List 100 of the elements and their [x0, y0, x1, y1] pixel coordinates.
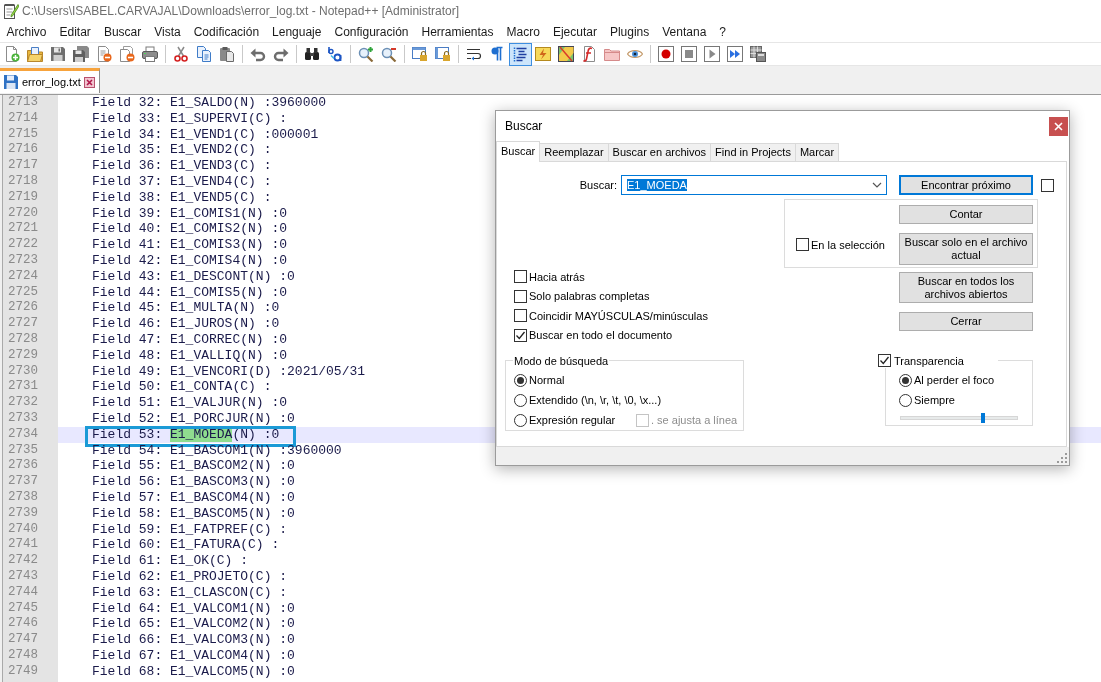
line-number: 2715	[8, 126, 38, 143]
lightning-icon[interactable]	[535, 46, 551, 62]
button[interactable]: Contar	[899, 205, 1033, 224]
menu-item[interactable]: Codificación	[187, 23, 266, 41]
fast-forward-icon[interactable]	[727, 46, 743, 62]
code-line: Field 36: E1_VEND3(C) :	[92, 158, 272, 174]
checkbox[interactable]	[514, 328, 527, 342]
menu-item[interactable]: Buscar	[97, 23, 148, 41]
dialog-tab[interactable]: Reemplazar	[539, 143, 609, 161]
chevron-down-icon[interactable]	[872, 182, 882, 188]
dialog-tab[interactable]: Find in Projects	[710, 143, 796, 161]
window-lock-icon[interactable]	[435, 46, 451, 62]
radio-button[interactable]	[899, 373, 912, 387]
window-lock-icon[interactable]	[412, 46, 428, 62]
line-number: 2724	[8, 268, 38, 285]
table-icon[interactable]	[750, 46, 766, 62]
checkbox[interactable]	[514, 309, 527, 322]
radio-button[interactable]	[514, 393, 527, 407]
undo-icon[interactable]	[250, 46, 266, 62]
line-number: 2732	[8, 395, 38, 411]
new-file-icon[interactable]	[4, 46, 20, 62]
line-number: 2728	[8, 331, 38, 348]
menu-item[interactable]: Archivo	[0, 23, 53, 41]
menu-item[interactable]: Macro	[500, 23, 547, 41]
code-line: Field 59: E1_FATPREF(C) :	[92, 521, 288, 538]
menu-item[interactable]: Plugins	[603, 23, 656, 41]
slider-thumb[interactable]	[981, 412, 986, 423]
code-line: Field 51: E1_VALJUR(N) :0	[92, 395, 288, 411]
line-number: 2735	[8, 442, 38, 459]
binoculars-icon[interactable]	[304, 46, 320, 62]
menu-item[interactable]: Editar	[53, 23, 98, 41]
checkbox[interactable]	[796, 238, 809, 251]
line-number: 2718	[8, 174, 38, 190]
zoom-in-icon[interactable]	[358, 46, 374, 62]
button[interactable]: Buscar en todos los archivos abiertos	[899, 272, 1033, 303]
redo-icon[interactable]	[273, 46, 289, 62]
menu-item[interactable]: Configuración	[327, 23, 415, 41]
indent-guide-icon[interactable]	[508, 42, 532, 66]
code-line: Field 63: E1_CLASCON(C) :	[92, 584, 288, 601]
dialog-tab[interactable]: Marcar	[794, 143, 840, 161]
function-list-icon[interactable]	[581, 46, 597, 62]
checkbox-label: Transparencia	[894, 353, 964, 368]
line-number: 2747	[8, 632, 38, 648]
menu-item[interactable]: Ejecutar	[546, 23, 604, 41]
code-line: Field 45: E1_MULTA(N) :0	[92, 300, 280, 317]
checkbox-label: En la selección	[811, 238, 885, 251]
radio-label: Normal	[529, 374, 565, 386]
line-number: 2721	[8, 221, 38, 238]
code-line: Field 50: E1_CONTA(C) :	[92, 379, 272, 396]
documents-minus-icon[interactable]	[119, 46, 135, 62]
map-icon[interactable]	[558, 46, 574, 62]
replace-icon[interactable]	[327, 46, 343, 62]
menu-item[interactable]: Ventana	[655, 23, 713, 41]
resize-grip-icon[interactable]	[1057, 453, 1067, 463]
checkbox[interactable]	[514, 289, 527, 303]
radio-button[interactable]	[514, 413, 527, 427]
code-line: Field 66: E1_VALCOM3(N) :0	[92, 632, 295, 648]
folder-icon[interactable]	[604, 46, 620, 62]
close-icon[interactable]	[83, 76, 95, 88]
checkbox-label: Coincidir MAYÚSCULAS/minúsculas	[529, 309, 708, 322]
menu-item[interactable]: Herramientas	[415, 23, 501, 41]
code-line: Field 68: E1_VALCOM5(N) :0	[92, 663, 295, 680]
dialog-tab[interactable]: Buscar	[496, 141, 541, 162]
checkbox[interactable]	[878, 354, 891, 367]
save-all-icon[interactable]	[73, 46, 89, 62]
code-line: Field 65: E1_VALCOM2(N) :0	[92, 616, 295, 633]
play-icon[interactable]	[704, 46, 720, 62]
radio-button[interactable]	[899, 393, 912, 407]
printer-icon[interactable]	[142, 46, 158, 62]
code-line: Field 61: E1_OK(C) :	[92, 553, 249, 569]
button[interactable]: Buscar solo en el archivo actual	[899, 233, 1033, 265]
word-wrap-icon[interactable]	[466, 46, 482, 62]
line-number: 2738	[8, 489, 38, 506]
document-minus-icon[interactable]	[96, 46, 112, 62]
stop-icon[interactable]	[681, 46, 697, 62]
scissors-icon[interactable]	[173, 46, 189, 62]
line-number: 2717	[8, 158, 38, 174]
record-icon[interactable]	[658, 46, 674, 62]
checkbox-label: . se ajusta a línea	[651, 414, 738, 426]
zoom-out-icon[interactable]	[381, 46, 397, 62]
button[interactable]: Encontrar próximo	[899, 175, 1033, 195]
menu-item[interactable]: Lenguaje	[265, 23, 328, 41]
close-button[interactable]	[1049, 116, 1068, 136]
checkbox[interactable]	[514, 270, 527, 283]
checkbox[interactable]	[1041, 178, 1054, 192]
search-combo[interactable]: E1_MOEDA	[621, 175, 887, 195]
file-tab[interactable]: error_log.txt	[0, 68, 100, 93]
menu-item[interactable]: Vista	[147, 23, 188, 41]
radio-button[interactable]	[514, 373, 527, 387]
save-icon[interactable]	[50, 46, 66, 62]
slider-track[interactable]	[900, 415, 1018, 420]
clipboard-icon[interactable]	[219, 46, 235, 62]
line-number: 2729	[8, 347, 38, 364]
pilcrow-icon[interactable]	[489, 46, 505, 62]
copy-icon[interactable]	[196, 46, 212, 62]
menu-item[interactable]: ?	[712, 23, 733, 41]
button[interactable]: Cerrar	[899, 312, 1033, 331]
code-line: Field 60: E1_FATURA(C) :	[92, 537, 280, 554]
dialog-tab[interactable]: Buscar en archivos	[607, 143, 712, 161]
open-folder-icon[interactable]	[27, 46, 43, 62]
